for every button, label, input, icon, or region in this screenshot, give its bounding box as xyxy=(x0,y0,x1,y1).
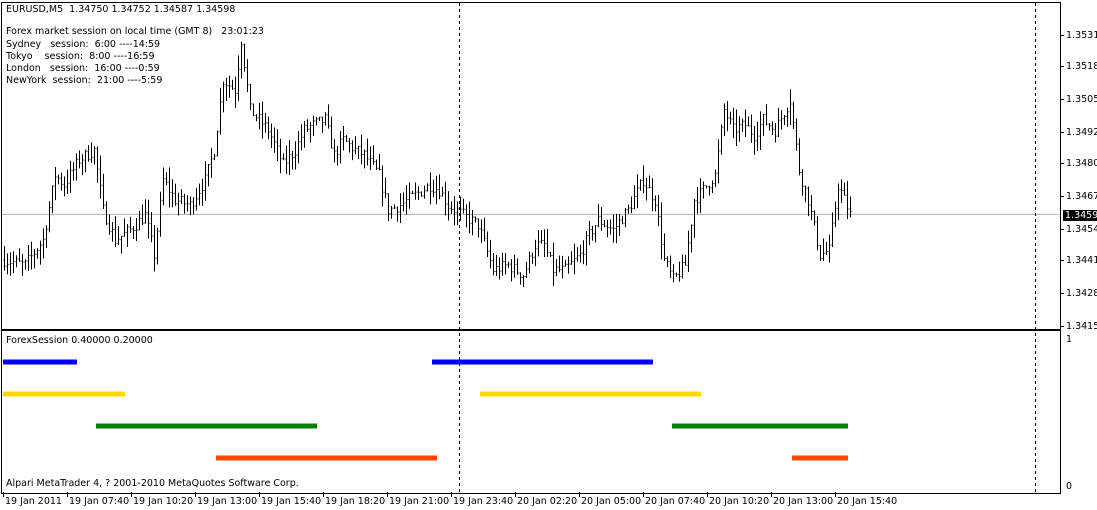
price-tick xyxy=(1060,229,1064,230)
time-tick xyxy=(451,492,452,497)
indicator-scale-bottom: 0 xyxy=(1066,481,1073,492)
price-tick xyxy=(1060,326,1064,327)
time-tick xyxy=(707,492,708,497)
time-tick xyxy=(771,492,772,497)
time-tick xyxy=(579,492,580,497)
time-tick xyxy=(323,492,324,497)
price-tick-label: 1.35310 xyxy=(1066,30,1097,41)
time-tick xyxy=(195,492,196,497)
price-tick xyxy=(1060,66,1064,68)
price-tick-label: 1.35185 xyxy=(1066,61,1097,73)
price-tick-label: 1.34540 xyxy=(1066,224,1097,235)
price-tick-label: 1.34155 xyxy=(1066,321,1097,332)
price-tick-label: 1.35055 xyxy=(1066,94,1097,106)
price-tick xyxy=(1060,99,1064,101)
time-tick xyxy=(515,492,516,497)
time-tick-label: 19 Jan 10:20 xyxy=(133,496,194,507)
price-tick xyxy=(1060,163,1064,165)
time-tick-label: 19 Jan 13:00 xyxy=(197,496,258,507)
session-info-title: Forex market session on local time (GMT … xyxy=(6,26,264,37)
symbol-ohlc-label: EURUSD,M5 1.34750 1.34752 1.34587 1.3459… xyxy=(6,4,236,15)
current-price-label: 1.34598 xyxy=(1063,210,1097,221)
price-tick-label: 1.34925 xyxy=(1066,127,1097,138)
time-tick-label: 20 Jan 05:00 xyxy=(581,496,642,507)
time-tick xyxy=(67,492,68,497)
price-tick-label: 1.34800 xyxy=(1066,158,1097,170)
time-tick xyxy=(3,492,4,497)
indicator-label: ForexSession 0.40000 0.20000 xyxy=(6,335,153,346)
time-tick xyxy=(643,492,644,497)
london-session-line: London session: 16:00 ----0:59 xyxy=(6,63,160,74)
sydney-session-line: Sydney session: 6:00 ----14:59 xyxy=(6,39,161,50)
time-tick xyxy=(835,492,836,497)
time-tick-label: 20 Jan 15:40 xyxy=(837,496,898,507)
price-tick-label: 1.34670 xyxy=(1066,191,1097,203)
price-tick-label: 1.34285 xyxy=(1066,288,1097,300)
newyork-session-line: NewYork session: 21:00 ----5:59 xyxy=(6,75,163,86)
time-tick-label: 19 Jan 23:40 xyxy=(453,496,514,507)
time-tick-label: 20 Jan 13:00 xyxy=(773,496,834,507)
time-tick xyxy=(131,492,132,497)
tokyo-session-line: Tokyo session: 8:00 ----16:59 xyxy=(6,51,155,62)
time-tick-label: 19 Jan 21:00 xyxy=(389,496,450,507)
price-tick xyxy=(1060,293,1064,295)
indicator-scale-top: 1 xyxy=(1066,334,1073,345)
metatrader-chart-window: EURUSD,M5 1.34750 1.34752 1.34587 1.3459… xyxy=(0,0,1097,510)
time-tick-label: 20 Jan 10:20 xyxy=(709,496,770,507)
time-tick xyxy=(387,492,388,497)
price-tick xyxy=(1060,196,1064,198)
copyright-text: Alpari MetaTrader 4, ? 2001-2010 MetaQuo… xyxy=(6,478,299,489)
time-tick-label: 19 Jan 2011 xyxy=(5,496,62,507)
price-tick xyxy=(1060,260,1064,262)
time-tick-label: 20 Jan 02:20 xyxy=(517,496,578,507)
chart-canvas xyxy=(2,3,1059,492)
time-tick-label: 19 Jan 18:20 xyxy=(325,496,386,507)
price-tick xyxy=(1060,132,1064,133)
time-tick-label: 20 Jan 07:40 xyxy=(645,496,706,507)
price-tick-label: 1.34415 xyxy=(1066,255,1097,267)
time-tick xyxy=(259,492,260,497)
price-tick xyxy=(1060,35,1064,36)
time-tick-label: 19 Jan 15:40 xyxy=(261,496,322,507)
time-tick-label: 19 Jan 07:40 xyxy=(69,496,130,507)
